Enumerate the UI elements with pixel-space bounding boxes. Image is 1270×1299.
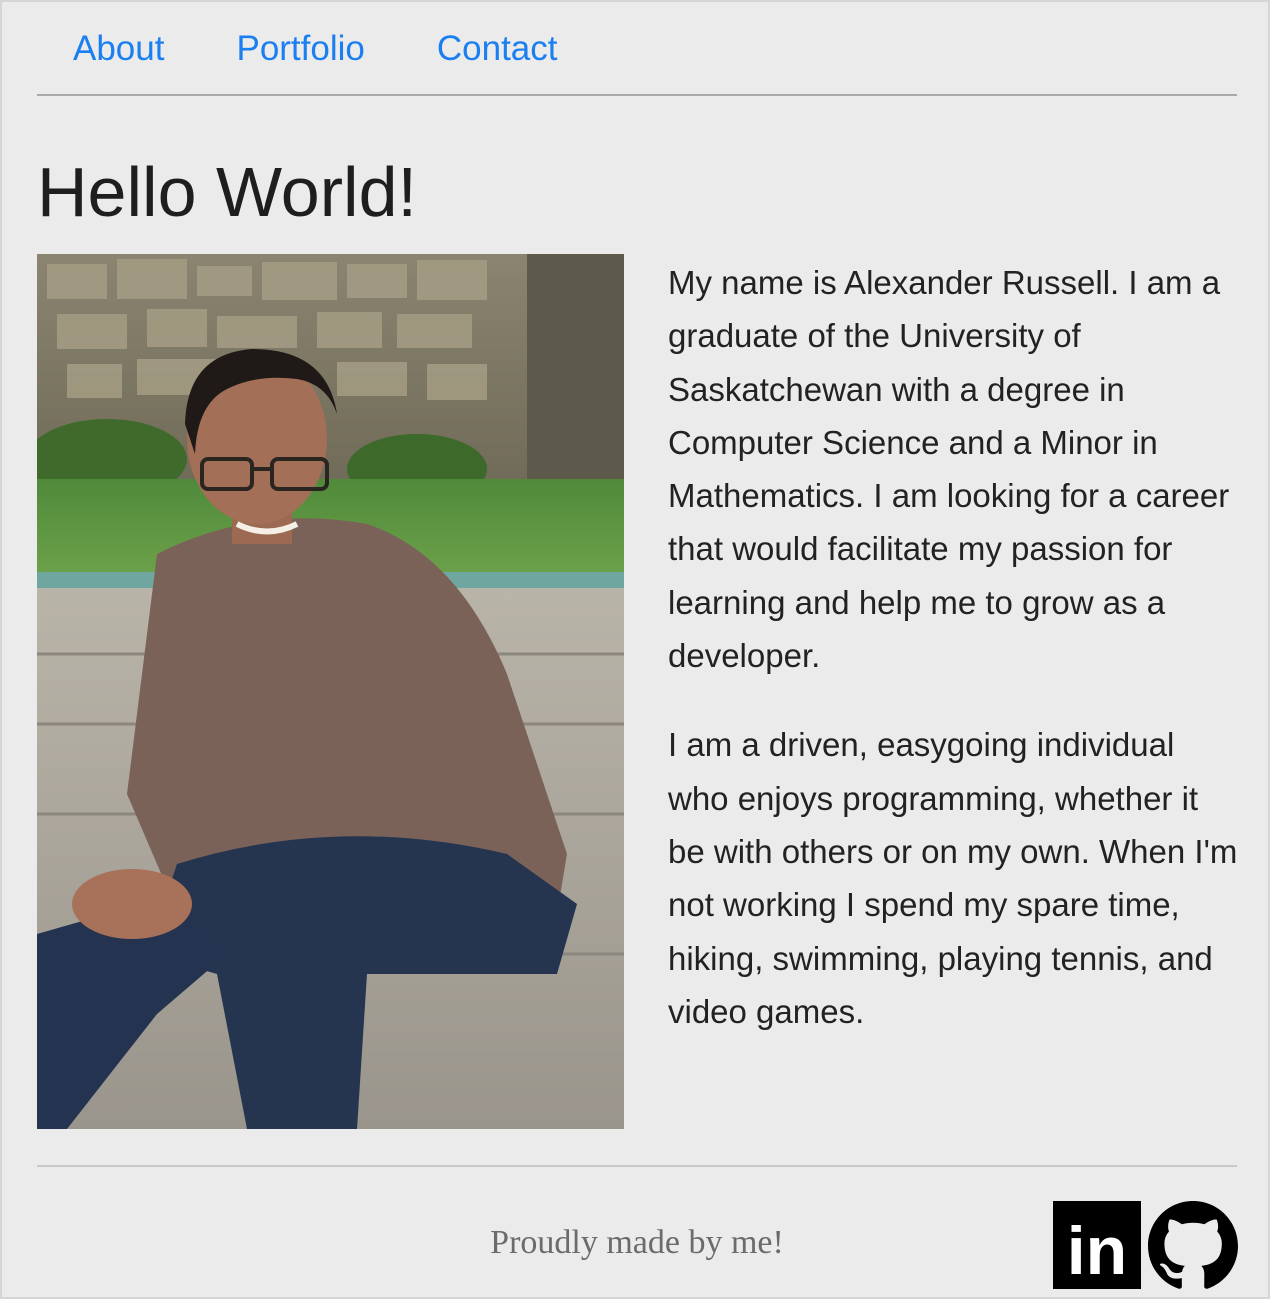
bio-text: My name is Alexander Russell. I am a gra… <box>668 256 1238 1074</box>
footer-divider <box>37 1165 1237 1167</box>
nav-link-about[interactable]: About <box>73 31 164 66</box>
github-icon <box>1148 1201 1238 1289</box>
bio-paragraph: My name is Alexander Russell. I am a gra… <box>668 264 1230 675</box>
github-link[interactable] <box>1148 1201 1238 1291</box>
profile-photo <box>37 254 624 1129</box>
profile-photo-illustration <box>37 254 624 1129</box>
linkedin-icon: in <box>1053 1201 1141 1289</box>
page-title: Hello World! <box>37 153 417 231</box>
nav-link-portfolio[interactable]: Portfolio <box>236 31 364 66</box>
bio-paragraph: I am a driven, easygoing individual who … <box>668 726 1238 1030</box>
linkedin-link[interactable]: in <box>1053 1201 1141 1289</box>
top-nav: About Portfolio Contact <box>37 2 1237 96</box>
nav-link-contact[interactable]: Contact <box>437 31 558 66</box>
linkedin-logo-text: in <box>1067 1213 1127 1289</box>
